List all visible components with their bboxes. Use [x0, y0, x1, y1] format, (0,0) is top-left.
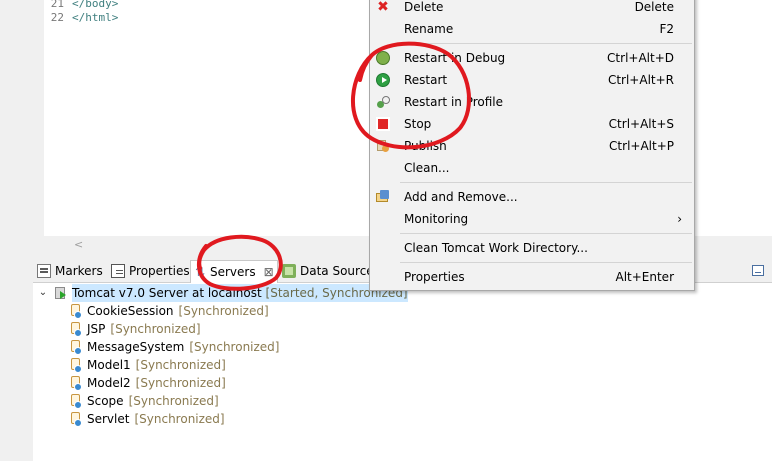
menu-label: Properties	[404, 270, 465, 284]
publish-icon	[376, 139, 390, 153]
menu-label: Add and Remove...	[404, 190, 518, 204]
restart-icon	[376, 73, 390, 87]
menu-item-properties[interactable]: Properties Alt+Enter	[370, 266, 694, 288]
module-status: [Synchronized]	[134, 412, 225, 426]
menu-label: Stop	[404, 117, 432, 131]
menu-item-clean-tomcat-work-directory[interactable]: Clean Tomcat Work Directory...	[370, 237, 694, 259]
menu-label: Rename	[404, 22, 454, 36]
menu-label: Monitoring	[404, 212, 469, 226]
menu-shortcut: Ctrl+Alt+P	[609, 139, 674, 153]
module-name: CookieSession	[87, 304, 174, 318]
menu-item-publish[interactable]: Publish Ctrl+Alt+P	[370, 135, 694, 157]
stop-icon	[376, 117, 390, 131]
module-row[interactable]: Scope [Synchronized]	[70, 392, 219, 410]
tab-label: Markers	[55, 264, 103, 278]
module-row[interactable]: Model2 [Synchronized]	[70, 374, 226, 392]
menu-item-add-and-remove[interactable]: Add and Remove...	[370, 186, 694, 208]
scroll-left-arrow-icon[interactable]: <	[74, 236, 83, 253]
web-module-icon	[70, 322, 82, 337]
server-row[interactable]: ⌄ Tomcat v7.0 Server at localhost [Start…	[37, 284, 408, 302]
menu-separator	[400, 182, 692, 183]
tab-label: Properties	[129, 264, 190, 278]
menu-item-monitoring[interactable]: Monitoring ›	[370, 208, 694, 230]
module-name: Model1	[87, 358, 131, 372]
menu-item-clean[interactable]: Clean...	[370, 157, 694, 179]
menu-shortcut: Ctrl+Alt+S	[608, 117, 674, 131]
servers-view: ⌄ Tomcat v7.0 Server at localhost [Start…	[33, 283, 772, 461]
menu-item-restart[interactable]: Restart Ctrl+Alt+R	[370, 69, 694, 91]
web-module-icon	[70, 304, 82, 319]
web-module-icon	[70, 340, 82, 355]
menu-separator	[400, 262, 692, 263]
module-name: Scope	[87, 394, 124, 408]
module-status: [Synchronized]	[135, 376, 226, 390]
web-module-icon	[70, 394, 82, 409]
web-module-icon	[70, 376, 82, 391]
module-status: [Synchronized]	[178, 304, 269, 318]
tab-markers[interactable]: Markers	[37, 260, 103, 282]
menu-label: Restart in Profile	[404, 95, 504, 109]
menu-shortcut: Ctrl+Alt+D	[607, 51, 674, 65]
menu-label: Delete	[404, 0, 444, 14]
server-context-menu: ✖ Delete Delete Rename F2 Restart in Deb…	[369, 0, 695, 291]
module-name: Servlet	[87, 412, 130, 426]
web-module-icon	[70, 412, 82, 427]
module-status: [Synchronized]	[135, 358, 226, 372]
debug-icon	[376, 51, 390, 65]
module-status: [Synchronized]	[110, 322, 201, 336]
menu-label: Clean Tomcat Work Directory...	[404, 241, 588, 255]
menu-shortcut: Ctrl+Alt+R	[607, 73, 674, 87]
server-label: Tomcat v7.0 Server at localhost [Started…	[72, 284, 408, 302]
delete-icon: ✖	[377, 0, 389, 15]
minimize-view-icon[interactable]	[752, 265, 764, 276]
menu-shortcut: F2	[659, 22, 674, 36]
menu-item-rename[interactable]: Rename F2	[370, 18, 694, 40]
servers-icon: ⇅	[194, 265, 206, 279]
menu-label: Restart in Debug	[404, 51, 506, 65]
close-tab-icon[interactable]: ⊠	[264, 261, 274, 283]
server-running-icon	[54, 286, 67, 300]
code-text: </body>	[72, 0, 119, 10]
data-source-icon	[282, 264, 296, 278]
module-row[interactable]: CookieSession [Synchronized]	[70, 302, 269, 320]
menu-separator	[400, 43, 692, 44]
menu-item-restart-in-profile[interactable]: Restart in Profile	[370, 91, 694, 113]
menu-shortcut: Alt+Enter	[615, 270, 674, 284]
tab-properties[interactable]: Properties	[111, 260, 190, 282]
menu-item-stop[interactable]: Stop Ctrl+Alt+S	[370, 113, 694, 135]
tab-servers[interactable]: ⇅ Servers ⊠	[190, 260, 278, 283]
markers-icon	[37, 264, 51, 278]
module-row[interactable]: JSP [Synchronized]	[70, 320, 201, 338]
module-name: Model2	[87, 376, 131, 390]
properties-icon	[111, 264, 125, 278]
menu-separator	[400, 233, 692, 234]
collapse-arrow-icon[interactable]: ⌄	[37, 284, 49, 302]
module-name: MessageSystem	[87, 340, 185, 354]
module-name: JSP	[87, 322, 106, 336]
add-remove-icon	[376, 190, 390, 204]
menu-label: Publish	[404, 139, 447, 153]
menu-shortcut: Delete	[634, 0, 674, 14]
code-text: </html>	[72, 11, 119, 24]
submenu-arrow-icon: ›	[677, 212, 682, 226]
module-status: [Synchronized]	[128, 394, 219, 408]
menu-label: Clean...	[404, 161, 450, 175]
menu-item-delete[interactable]: ✖ Delete Delete	[370, 0, 694, 18]
menu-item-restart-in-debug[interactable]: Restart in Debug Ctrl+Alt+D	[370, 47, 694, 69]
profile-icon	[376, 95, 390, 109]
module-row[interactable]: MessageSystem [Synchronized]	[70, 338, 279, 356]
menu-label: Restart	[404, 73, 448, 87]
line-number: 21	[50, 0, 64, 10]
tab-label: Data Source	[300, 264, 374, 278]
server-name: Tomcat v7.0 Server at localhost	[72, 286, 262, 300]
module-status: [Synchronized]	[189, 340, 280, 354]
line-number: 22	[50, 11, 64, 24]
tab-data-source[interactable]: Data Source	[282, 260, 374, 282]
module-row[interactable]: Servlet [Synchronized]	[70, 410, 225, 428]
tab-label: Servers	[210, 265, 256, 279]
web-module-icon	[70, 358, 82, 373]
module-row[interactable]: Model1 [Synchronized]	[70, 356, 226, 374]
